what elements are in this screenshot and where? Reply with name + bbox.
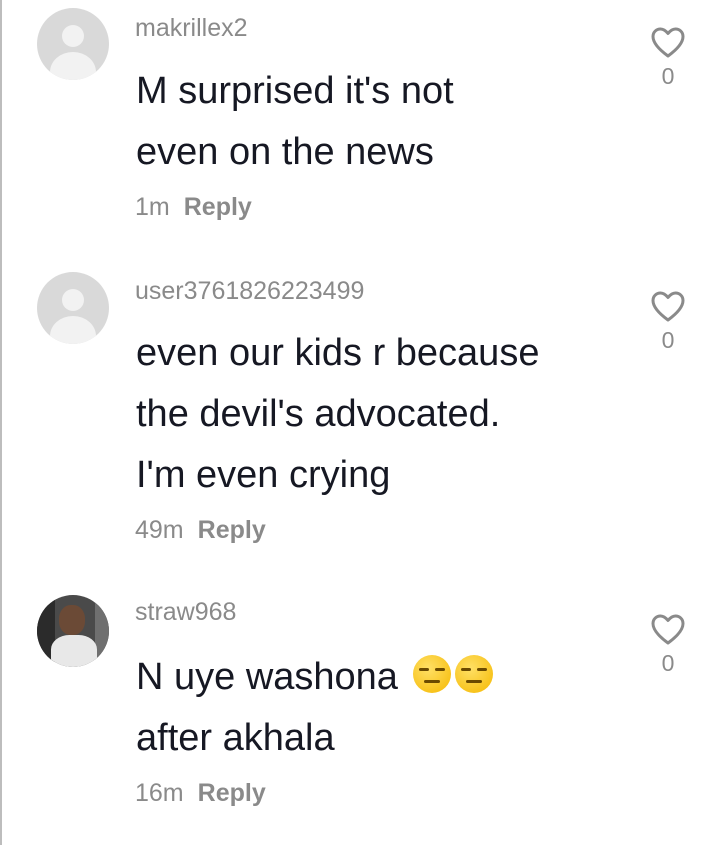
comment-text-line: M surprised it's not bbox=[136, 70, 454, 112]
like-button[interactable]: 0 bbox=[646, 291, 690, 354]
avatar[interactable] bbox=[37, 8, 109, 80]
comment-time: 49m bbox=[135, 516, 184, 544]
comment-meta: 49m Reply bbox=[135, 516, 266, 545]
avatar-head bbox=[62, 25, 84, 47]
avatar-body bbox=[50, 316, 96, 344]
like-count: 0 bbox=[661, 63, 675, 89]
avatar-photo-bg bbox=[95, 595, 109, 667]
expressionless-face-icon bbox=[454, 655, 493, 693]
avatar-head bbox=[62, 289, 84, 311]
comment-text-line: even our kids r because bbox=[136, 332, 540, 374]
expressionless-face-icon bbox=[412, 655, 451, 693]
heart-outline-icon bbox=[651, 27, 685, 58]
comment-text-line: even on the news bbox=[136, 131, 434, 173]
comment-text-line: the devil's advocated. bbox=[136, 393, 501, 435]
avatar[interactable] bbox=[37, 595, 109, 667]
avatar-photo-face bbox=[59, 605, 85, 635]
comment-meta: 16m Reply bbox=[135, 779, 266, 808]
left-border bbox=[0, 0, 2, 845]
avatar-body bbox=[50, 52, 96, 80]
comment-text-line: N uye washona bbox=[136, 647, 493, 708]
comment-username[interactable]: makrillex2 bbox=[135, 14, 248, 43]
like-button[interactable]: 0 bbox=[646, 614, 690, 677]
comment-text-line: I'm even crying bbox=[136, 454, 391, 496]
avatar-photo-shirt bbox=[51, 635, 97, 667]
heart-outline-icon bbox=[651, 614, 685, 645]
comment-username[interactable]: user3761826223499 bbox=[135, 277, 364, 306]
like-count: 0 bbox=[661, 327, 675, 353]
comment-meta: 1m Reply bbox=[135, 193, 252, 222]
comment-username[interactable]: straw968 bbox=[135, 598, 236, 627]
heart-outline-icon bbox=[651, 291, 685, 322]
reply-button[interactable]: Reply bbox=[198, 516, 266, 544]
comment-time: 1m bbox=[135, 193, 170, 221]
like-count: 0 bbox=[661, 650, 675, 676]
reply-button[interactable]: Reply bbox=[198, 779, 266, 807]
reply-button[interactable]: Reply bbox=[184, 193, 252, 221]
like-button[interactable]: 0 bbox=[646, 27, 690, 90]
comment-text-segment: N uye washona bbox=[136, 656, 398, 698]
avatar[interactable] bbox=[37, 272, 109, 344]
comment-text-line: after akhala bbox=[136, 717, 335, 759]
comment-time: 16m bbox=[135, 779, 184, 807]
